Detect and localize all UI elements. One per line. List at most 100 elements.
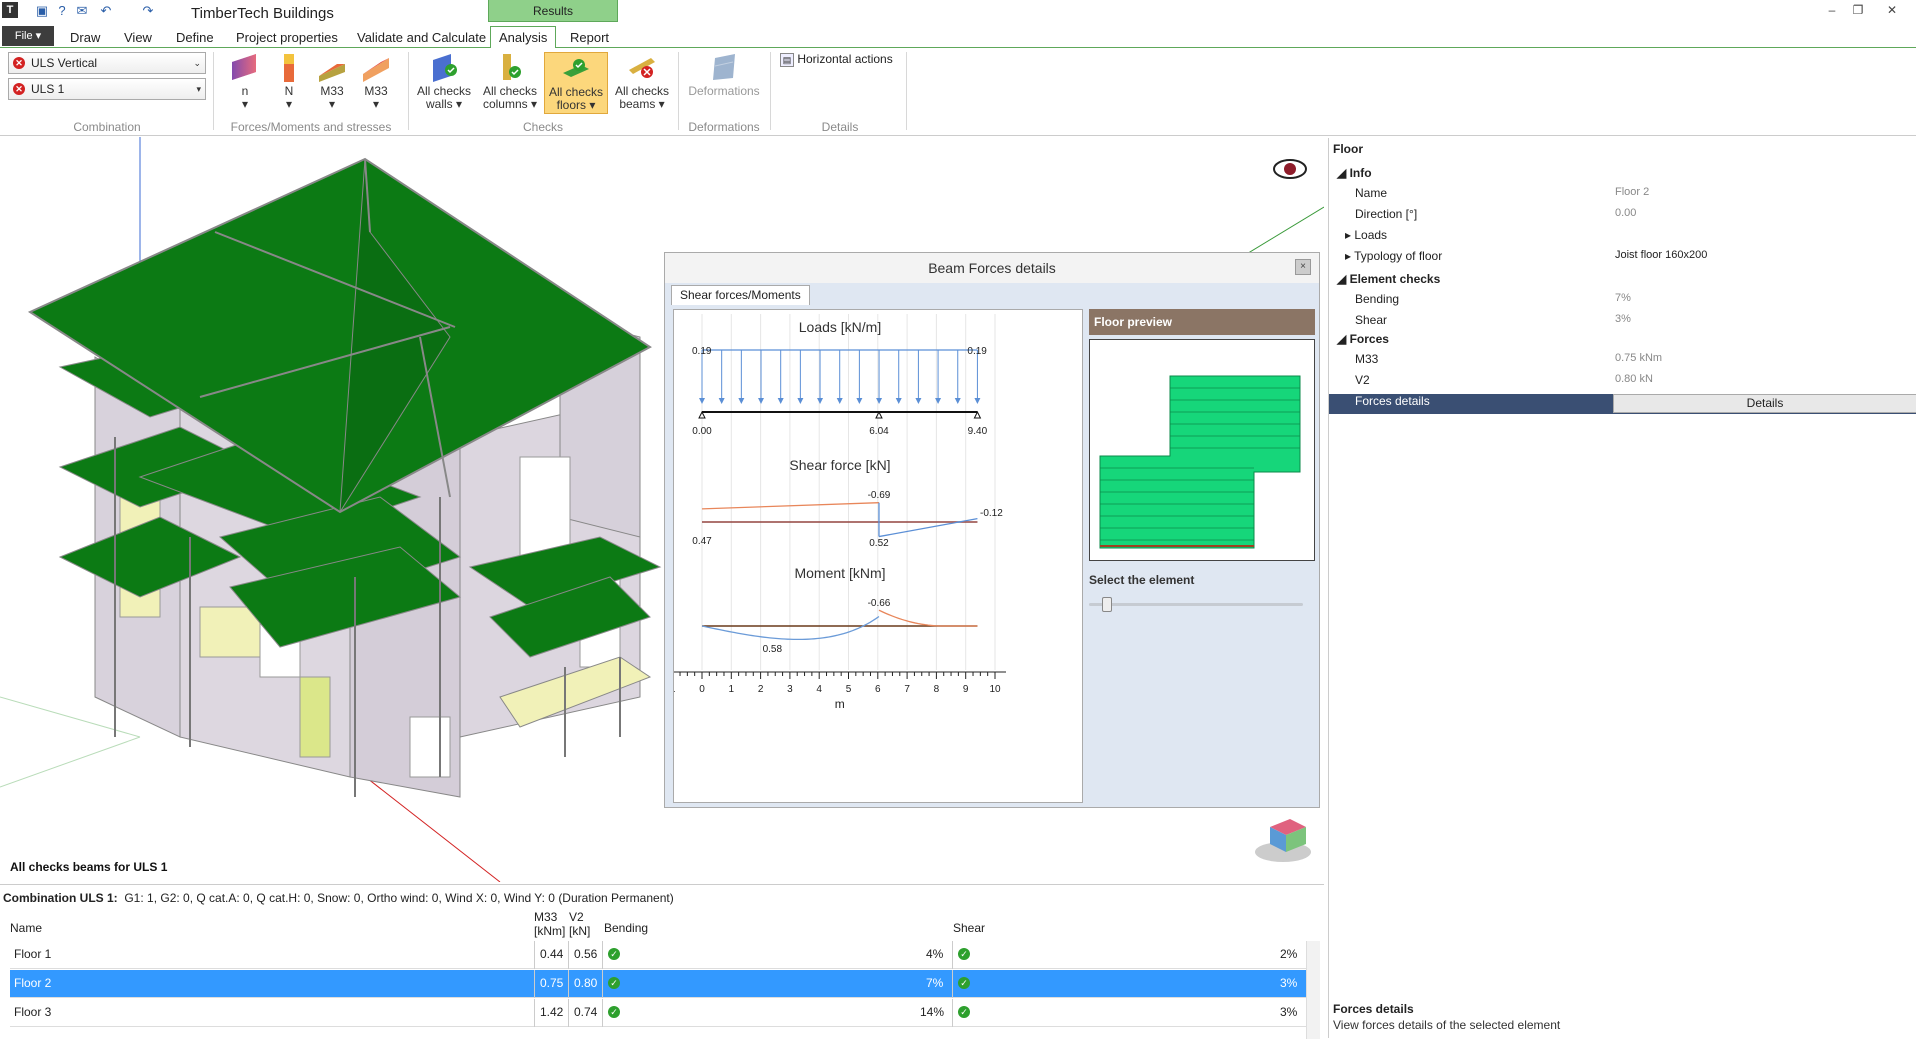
all-checks-floors-button[interactable]: All checks floors ▾ bbox=[544, 52, 608, 114]
element-slider-thumb[interactable] bbox=[1102, 597, 1112, 612]
minimize-button[interactable]: – bbox=[1822, 2, 1842, 18]
load-arrowhead bbox=[758, 398, 765, 404]
results-context-tab[interactable]: Results bbox=[488, 0, 618, 22]
restore-button[interactable]: ❐ bbox=[1848, 2, 1868, 18]
data-label: 0.19 bbox=[967, 346, 987, 357]
view-cube-icon[interactable] bbox=[1255, 819, 1311, 862]
table-row[interactable]: Floor 1 0.44 0.56 ✓ 4% ✓ 2% bbox=[10, 941, 1306, 969]
prop-label: Forces details bbox=[1355, 394, 1430, 408]
tab-draw[interactable]: Draw bbox=[70, 29, 100, 48]
prop-row-bending[interactable]: Bending 7% bbox=[1329, 292, 1916, 312]
prop-row-shear[interactable]: Shear 3% bbox=[1329, 313, 1916, 333]
column-check-icon bbox=[503, 54, 521, 80]
tab-view[interactable]: View bbox=[124, 29, 152, 48]
cell-shear: 2% bbox=[1280, 947, 1298, 961]
load-arrowhead bbox=[699, 398, 705, 404]
expander-icon[interactable]: ◢ Element checks bbox=[1337, 272, 1440, 286]
data-label: 0.58 bbox=[763, 644, 783, 655]
tab-analysis[interactable]: Analysis bbox=[490, 26, 557, 49]
floor-check-icon bbox=[563, 59, 589, 77]
help-icon[interactable]: ? bbox=[54, 3, 70, 19]
all-checks-columns-button[interactable]: All checks columns ▾ bbox=[478, 52, 542, 114]
col-header-name[interactable]: Name bbox=[10, 921, 42, 935]
col-header-v2[interactable]: V2 [kN] bbox=[569, 910, 597, 938]
save-icon[interactable]: ▣ bbox=[34, 3, 50, 19]
col-header-shear[interactable]: Shear bbox=[953, 921, 985, 935]
category-forces[interactable]: ◢ Forces bbox=[1329, 332, 1916, 352]
select-element-label: Select the element bbox=[1089, 573, 1195, 587]
prop-label: Direction [°] bbox=[1355, 207, 1418, 221]
prop-label: V2 bbox=[1355, 373, 1370, 387]
force-n-button[interactable]: N ▾ bbox=[270, 52, 308, 114]
category-info[interactable]: ◢ Info bbox=[1329, 166, 1916, 186]
combination-type-select[interactable]: ✕ ULS Vertical ⌄ bbox=[8, 52, 206, 74]
details-button[interactable]: Details bbox=[1613, 394, 1916, 413]
table-row[interactable]: Floor 2 0.75 0.80 ✓ 7% ✓ 3% bbox=[10, 970, 1306, 998]
category-element-checks[interactable]: ◢ Element checks bbox=[1329, 272, 1916, 292]
deformations-button[interactable]: Deformations bbox=[682, 52, 766, 114]
load-arrowhead bbox=[974, 398, 981, 404]
group-separator bbox=[678, 52, 679, 130]
redo-icon[interactable]: ↷ bbox=[140, 3, 156, 19]
prop-row-loads[interactable]: ▸ Loads bbox=[1329, 228, 1916, 248]
dialog-close-button[interactable]: × bbox=[1295, 259, 1311, 275]
horizontal-actions-button[interactable]: ▤ Horizontal actions bbox=[780, 52, 893, 67]
prop-value[interactable]: Joist floor 160x200 bbox=[1615, 249, 1707, 261]
col-header-bending[interactable]: Bending bbox=[604, 921, 648, 935]
expander-icon[interactable]: ◢ Forces bbox=[1337, 332, 1389, 346]
prop-row-direction[interactable]: Direction [°] 0.00 bbox=[1329, 207, 1916, 227]
file-menu-button[interactable]: File ▾ bbox=[2, 26, 54, 46]
table-row[interactable]: Floor 3 1.42 0.74 ✓ 14% ✓ 3% bbox=[10, 999, 1306, 1027]
tab-shear-forces-moments[interactable]: Shear forces/Moments bbox=[671, 285, 810, 305]
data-label: -0.12 bbox=[980, 508, 1003, 519]
check-ok-icon: ✓ bbox=[958, 1006, 970, 1018]
col-header-m33[interactable]: M33 [kNm] bbox=[534, 910, 566, 938]
results-table-panel: Combination ULS 1: G1: 1, G2: 0, Q cat.A… bbox=[0, 884, 1324, 1039]
visibility-eye-icon[interactable] bbox=[1273, 159, 1307, 179]
prop-row-v2[interactable]: V2 0.80 kN bbox=[1329, 373, 1916, 393]
all-checks-walls-button[interactable]: All checks walls ▾ bbox=[412, 52, 476, 114]
group-separator bbox=[770, 52, 771, 130]
group-label-deformations: Deformations bbox=[688, 120, 760, 134]
load-arrowhead bbox=[797, 398, 804, 404]
prop-value: 7% bbox=[1615, 292, 1631, 304]
error-icon: ✕ bbox=[13, 83, 25, 95]
prop-row-forces-details[interactable]: Forces details Details bbox=[1329, 394, 1916, 414]
close-button[interactable]: ✕ bbox=[1882, 2, 1902, 18]
prop-value[interactable]: Floor 2 bbox=[1615, 186, 1649, 198]
group-label-forces: Forces/Moments and stresses bbox=[230, 120, 392, 134]
force-n-icon bbox=[284, 54, 294, 82]
prop-row-m33[interactable]: M33 0.75 kNm bbox=[1329, 352, 1916, 372]
element-slider-track[interactable] bbox=[1089, 603, 1303, 606]
prop-row-typology[interactable]: ▸ Typology of floor Joist floor 160x200 bbox=[1329, 249, 1916, 269]
ribbon: ✕ ULS Vertical ⌄ ✕ ULS 1 ▾ Combination n… bbox=[0, 48, 1916, 136]
undo-icon[interactable]: ↶ bbox=[98, 3, 114, 19]
tab-project-properties[interactable]: Project properties bbox=[236, 29, 338, 48]
prop-row-name[interactable]: Name Floor 2 bbox=[1329, 186, 1916, 206]
force-n-small-button[interactable]: n ▾ bbox=[224, 52, 266, 114]
moment-m33-button[interactable]: M33 ▾ bbox=[312, 52, 352, 114]
group-label-checks: Checks bbox=[522, 120, 563, 134]
chevron-down-icon: ⌄ bbox=[193, 58, 201, 68]
tab-define[interactable]: Define bbox=[176, 29, 214, 48]
help-description: View forces details of the selected elem… bbox=[1333, 1018, 1561, 1032]
support-label: 6.04 bbox=[869, 426, 889, 437]
moment-m33-alt-button[interactable]: M33 ▾ bbox=[356, 52, 396, 114]
tab-report[interactable]: Report bbox=[570, 29, 609, 48]
shear-series-line bbox=[701, 502, 879, 510]
prop-label: ▸ Typology of floor bbox=[1345, 249, 1443, 263]
all-checks-beams-button[interactable]: All checks beams ▾ bbox=[610, 52, 674, 114]
export-icon[interactable]: ✉ bbox=[74, 3, 90, 19]
load-arrowhead bbox=[718, 398, 725, 404]
expander-icon[interactable]: ◢ Info bbox=[1337, 166, 1372, 180]
x-tick-label: 8 bbox=[934, 684, 940, 695]
cell-shear: 3% bbox=[1280, 976, 1298, 990]
x-tick-label: 1 bbox=[729, 684, 735, 695]
data-label: 0.19 bbox=[692, 346, 712, 357]
prop-value[interactable]: 0.00 bbox=[1615, 207, 1636, 219]
x-axis-label: m bbox=[835, 697, 845, 711]
tab-validate-calculate[interactable]: Validate and Calculate bbox=[357, 29, 486, 48]
combination-select[interactable]: ✕ ULS 1 ▾ bbox=[8, 78, 206, 100]
cell-v2: 0.74 bbox=[574, 1005, 598, 1019]
table-scrollbar[interactable] bbox=[1306, 941, 1320, 1039]
